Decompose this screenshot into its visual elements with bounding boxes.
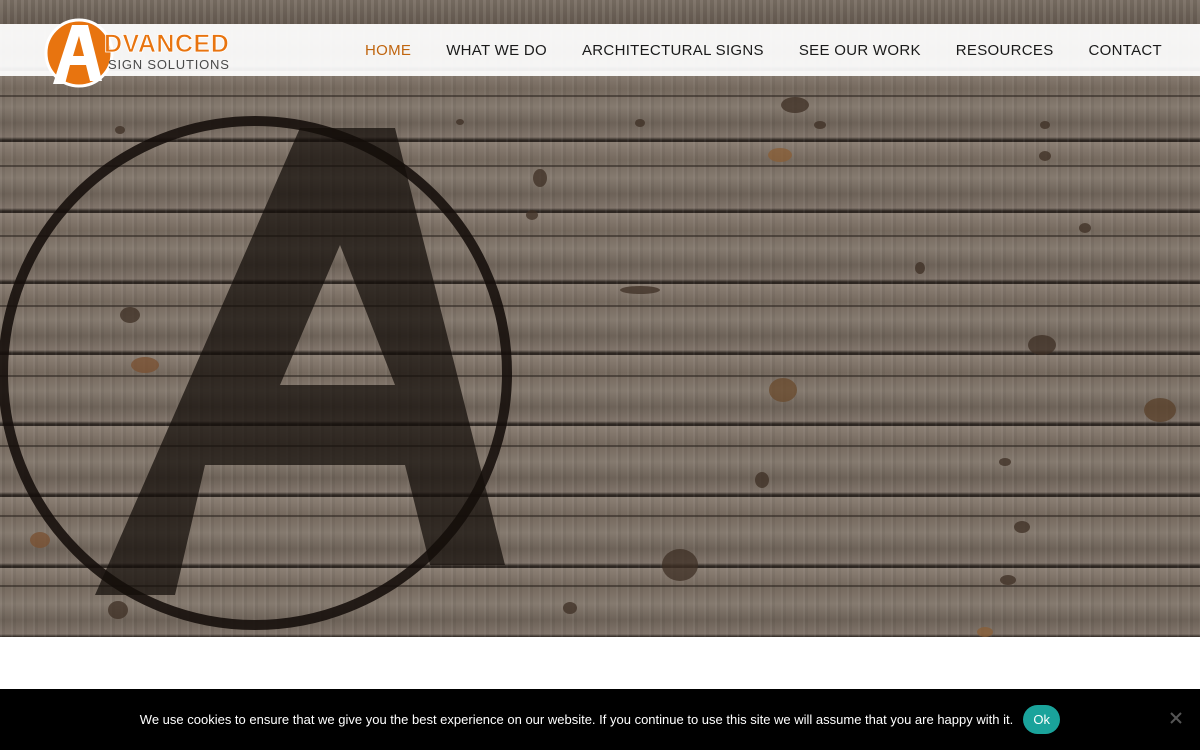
- cookie-ok-button[interactable]: Ok: [1023, 705, 1061, 734]
- site-logo[interactable]: DVANCED SIGN SOLUTIONS: [44, 18, 284, 90]
- burned-a-logo-icon: [0, 95, 1200, 637]
- cookie-notice: We use cookies to ensure that we give yo…: [0, 689, 1200, 750]
- nav-item-home[interactable]: HOME: [365, 42, 411, 59]
- nav-item-what-we-do[interactable]: WHAT WE DO: [446, 42, 547, 59]
- hero-banner: [0, 0, 1200, 637]
- nav-item-architectural-signs[interactable]: ARCHITECTURAL SIGNS: [582, 42, 764, 59]
- logo-tagline: SIGN SOLUTIONS: [108, 57, 230, 72]
- nav-item-contact[interactable]: CONTACT: [1089, 42, 1162, 59]
- advanced-sign-solutions-logo-icon: DVANCED SIGN SOLUTIONS: [44, 18, 230, 88]
- logo-word: DVANCED: [104, 30, 229, 58]
- main-nav: HOME WHAT WE DO ARCHITECTURAL SIGNS SEE …: [365, 24, 1162, 76]
- close-icon[interactable]: [1169, 711, 1183, 725]
- nav-item-resources[interactable]: RESOURCES: [956, 42, 1054, 59]
- nav-item-see-our-work[interactable]: SEE OUR WORK: [799, 42, 921, 59]
- cookie-message: We use cookies to ensure that we give yo…: [139, 712, 1014, 727]
